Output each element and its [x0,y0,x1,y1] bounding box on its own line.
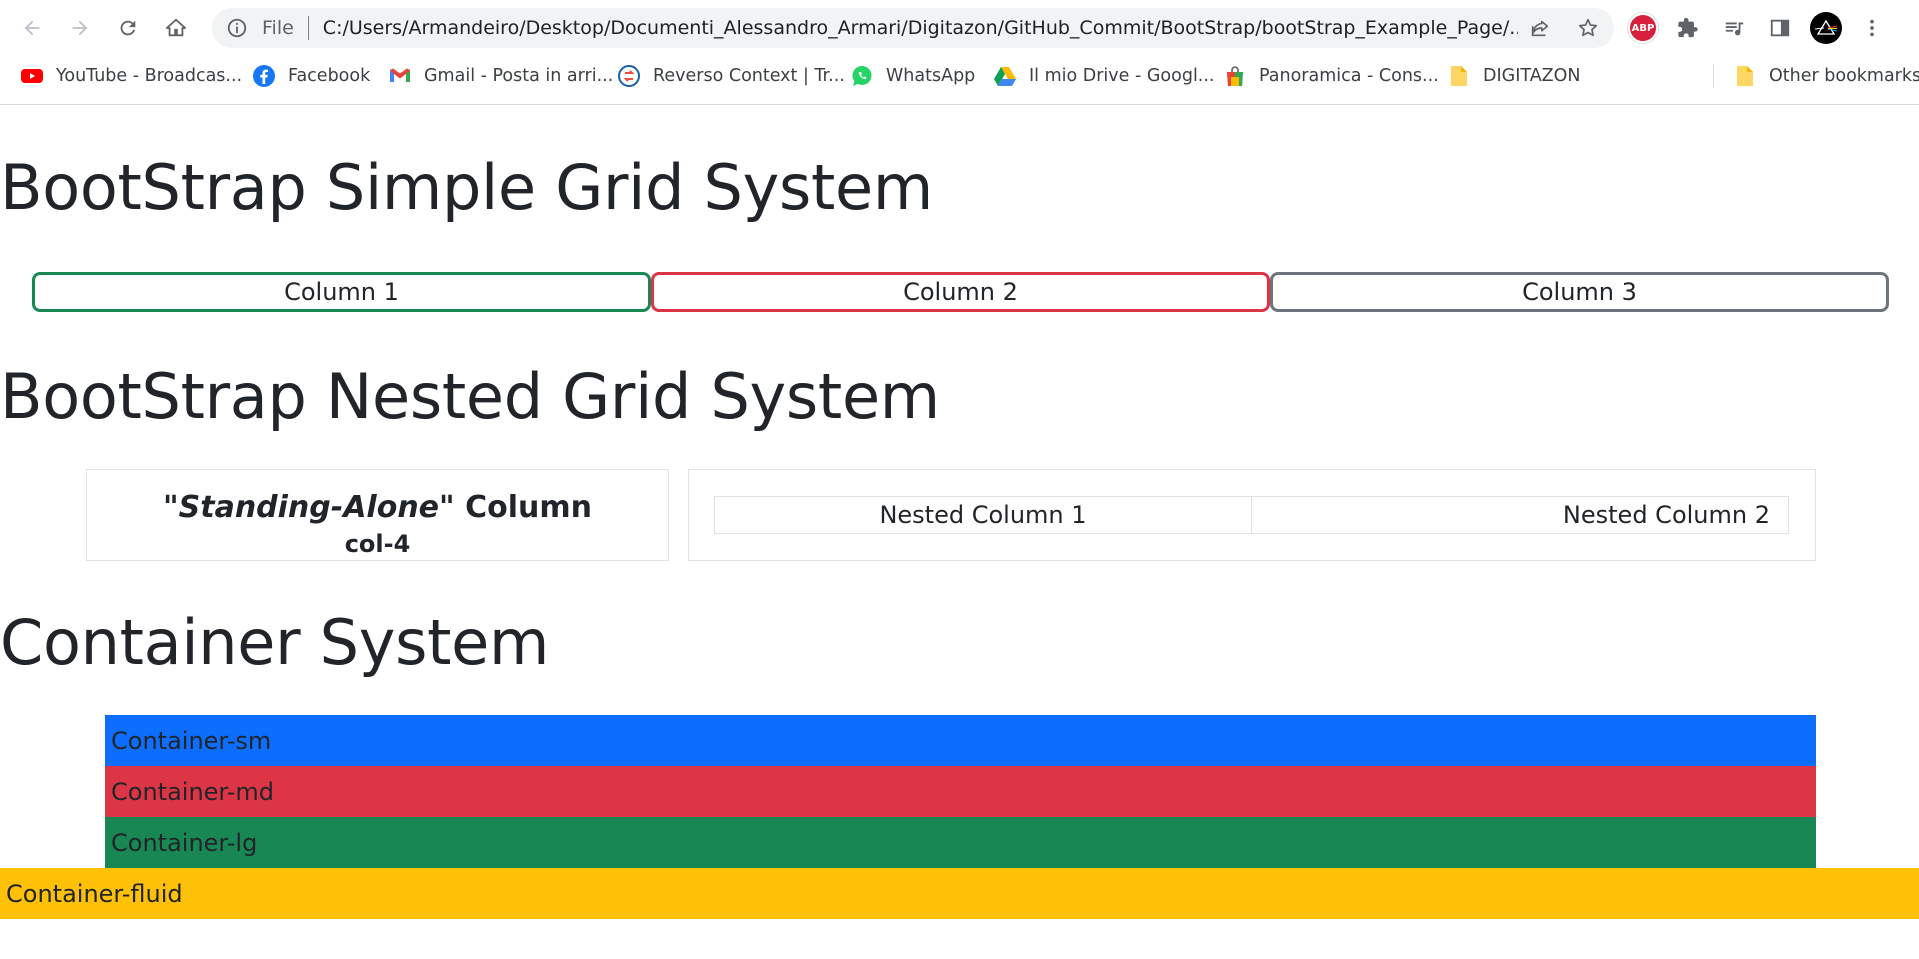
other-bookmarks[interactable]: Other bookmarks [1733,60,1919,92]
container-lg: Container-lg [105,817,1816,868]
gmail-icon [388,64,412,88]
home-button[interactable] [160,12,192,44]
bookmark-label: Il mio Drive - Googl... [1029,66,1215,86]
side-panel-icon [1770,19,1790,37]
puzzle-icon [1678,17,1698,38]
bookmark-label: Reverso Context | Tr... [653,66,845,86]
nested-column-1: Nested Column 1 [714,496,1252,534]
arrow-left-icon [24,20,40,36]
shopping-bag-icon [1223,64,1247,88]
url-text[interactable]: C:/Users/Armandeiro/Desktop/Documenti_Al… [323,17,1518,39]
reload-button[interactable] [112,12,144,44]
standing-alone-subtitle: col-4 [344,530,411,558]
prism-icon [1814,19,1838,35]
reload-icon [120,20,136,36]
bookmark-star-button[interactable] [1572,12,1604,44]
share-icon [1531,20,1549,37]
kebab-menu-icon [1870,19,1874,37]
menu-button[interactable] [1856,12,1888,44]
bookmarks-divider [1713,64,1714,88]
browser-chrome: File C:/Users/Armandeiro/Desktop/Documen… [0,0,1919,105]
bookmarks-bar: YouTube - Broadcas... Facebook Gmail - P… [0,60,1919,92]
container-system-title: Container System [0,606,550,679]
arrow-right-icon [72,20,88,36]
youtube-icon [20,64,44,88]
address-bar[interactable]: File C:/Users/Armandeiro/Desktop/Documen… [212,8,1614,48]
back-button[interactable] [16,12,48,44]
bookmark-label: Panoramica - Cons... [1259,66,1439,86]
container-md: Container-md [105,766,1816,817]
playlist-music-icon [1725,22,1744,36]
quote-open: " [162,490,179,525]
bookmark-label: YouTube - Broadcas... [56,66,243,86]
address-divider [307,16,309,40]
standing-alone-italic: Standing-Alone [178,490,440,525]
extensions-button[interactable] [1672,12,1704,44]
home-icon [165,18,187,37]
side-panel-button[interactable] [1764,12,1796,44]
bookmark-label: WhatsApp [886,66,976,86]
bookmark-reverso[interactable]: Reverso Context | Tr... [617,60,845,92]
bookmark-facebook[interactable]: Facebook [252,60,370,92]
standing-alone-rest: " Column [439,490,592,525]
other-bookmarks-label: Other bookmarks [1769,66,1919,86]
bookmark-whatsapp[interactable]: WhatsApp [850,60,975,92]
profile-avatar[interactable] [1810,12,1842,44]
info-icon[interactable] [226,17,248,39]
bookmark-panoramica[interactable]: Panoramica - Cons... [1223,60,1439,92]
media-controls-button[interactable] [1718,12,1750,44]
nested-grid-card: Nested Column 1 Nested Column 2 [688,469,1816,561]
bookmark-label: Gmail - Posta in arri... [424,66,614,86]
grid-column-1: Column 1 [32,272,651,312]
bookmark-label: DIGITAZON [1483,66,1581,86]
star-icon [1578,18,1598,37]
simple-grid-title: BootStrap Simple Grid System [0,151,933,224]
extensions-area: ABP [1628,12,1888,44]
bookmark-gmail[interactable]: Gmail - Posta in arri... [388,60,613,92]
bookmark-google-drive[interactable]: Il mio Drive - Googl... [993,60,1215,92]
container-fluid: Container-fluid [0,868,1919,919]
facebook-icon [252,64,276,88]
address-actions [1524,12,1604,44]
nested-grid-title: BootStrap Nested Grid System [0,360,940,433]
adblock-plus-icon[interactable]: ABP [1628,13,1658,43]
bookmark-digitazon-folder[interactable]: DIGITAZON [1447,60,1581,92]
standing-alone-heading: "Standing-Alone" Column [87,490,668,525]
whatsapp-icon [850,64,874,88]
bookmark-label: Facebook [288,66,371,86]
container-sm: Container-sm [105,715,1816,766]
browser-toolbar: File C:/Users/Armandeiro/Desktop/Documen… [0,0,1919,56]
bookmark-youtube[interactable]: YouTube - Broadcas... [20,60,242,92]
forward-button[interactable] [64,12,96,44]
google-drive-icon [993,64,1017,88]
file-scheme-label: File [262,17,294,39]
folder-icon [1447,64,1471,88]
reverso-icon [617,64,641,88]
standing-alone-column: "Standing-Alone" Column col-4 [86,469,669,561]
grid-column-3: Column 3 [1270,272,1889,312]
grid-column-2: Column 2 [651,272,1270,312]
share-button[interactable] [1524,12,1556,44]
folder-icon [1733,64,1757,88]
nested-column-2: Nested Column 2 [1251,496,1789,534]
